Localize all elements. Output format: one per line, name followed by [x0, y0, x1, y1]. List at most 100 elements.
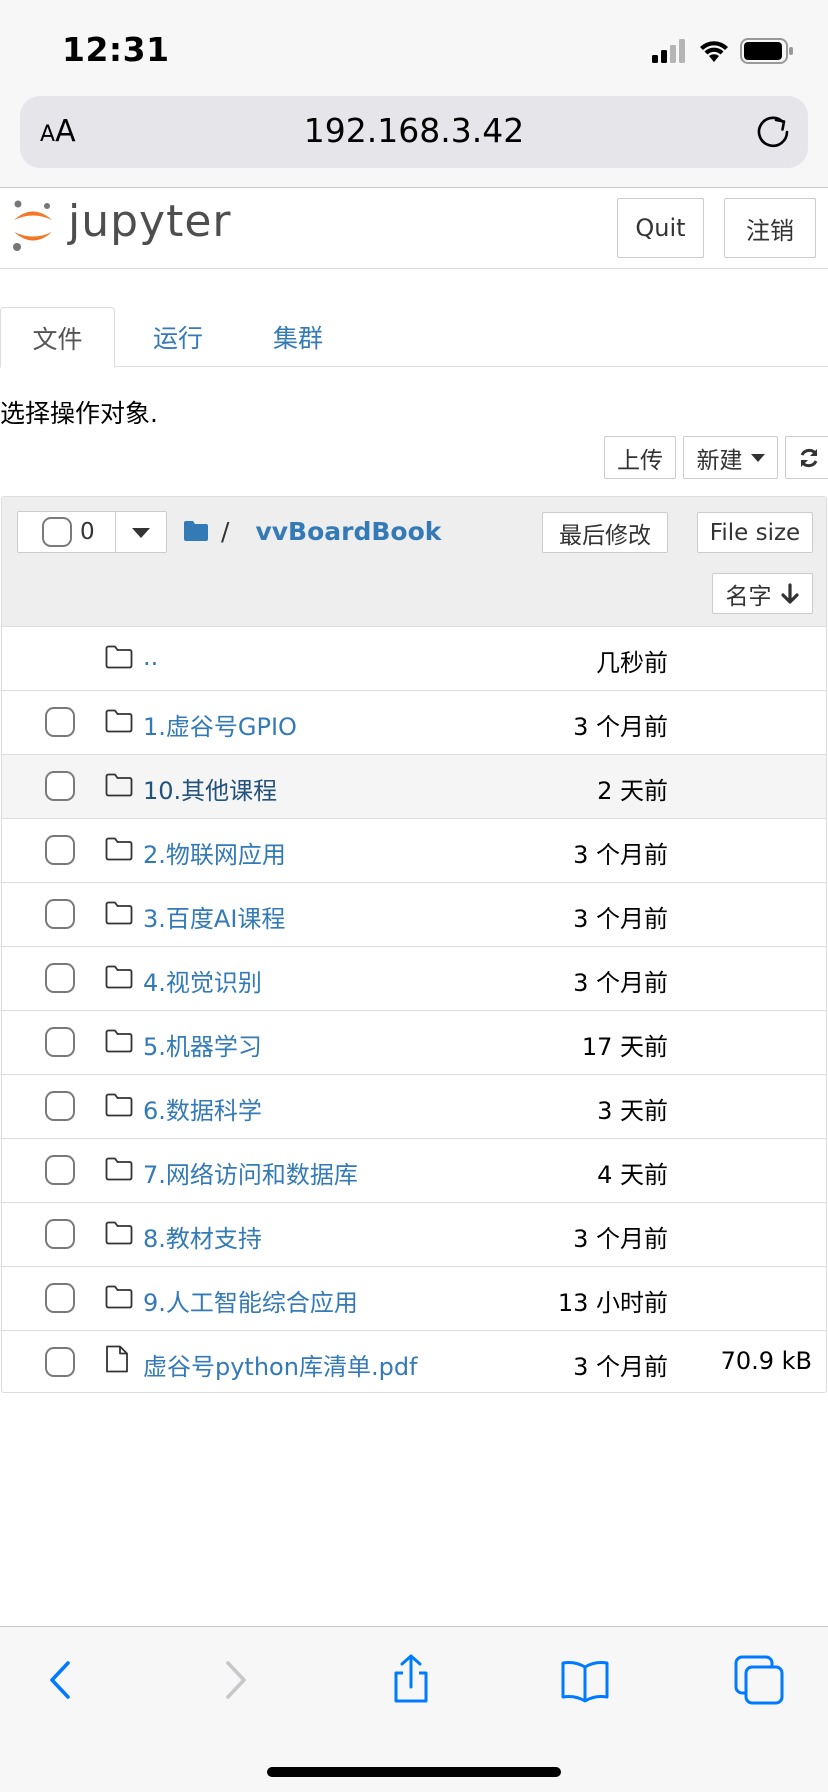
item-modified: 4 天前 [597, 1161, 668, 1189]
item-checkbox[interactable] [45, 1091, 75, 1121]
select-all-checkbox[interactable] [42, 517, 72, 547]
folder-outline-icon [105, 1285, 133, 1309]
select-all-toggle[interactable]: 0 [18, 512, 116, 552]
upload-button[interactable]: 上传 [604, 436, 676, 479]
list-item-parent[interactable]: .. 几秒前 [2, 627, 826, 691]
bookmarks-icon[interactable] [558, 1653, 612, 1707]
sort-name-label: 名字 [725, 583, 772, 610]
reload-icon[interactable] [754, 113, 792, 151]
item-checkbox[interactable] [45, 1155, 75, 1185]
refresh-button[interactable] [785, 436, 828, 479]
address-bar[interactable]: A A 192.168.3.42 [20, 96, 808, 168]
tabs-icon[interactable] [732, 1653, 786, 1707]
item-name[interactable]: 3.百度AI课程 [143, 899, 285, 934]
forward-icon[interactable] [208, 1653, 262, 1707]
file-list-header: 0 / vvBoardBook 最后修改 File size 名字 [2, 497, 826, 627]
folder-outline-icon [105, 965, 133, 989]
jupyter-logo-icon[interactable] [10, 199, 56, 253]
share-icon[interactable] [384, 1653, 438, 1707]
list-item[interactable]: 7.网络访问和数据库 4 天前 [2, 1139, 826, 1203]
item-name[interactable]: 虚谷号python库清单.pdf [143, 1347, 418, 1382]
new-dropdown-button[interactable]: 新建 [683, 436, 778, 479]
item-checkbox[interactable] [45, 707, 75, 737]
refresh-icon [800, 448, 818, 467]
list-item[interactable]: 5.机器学习 17 天前 [2, 1011, 826, 1075]
item-checkbox[interactable] [45, 963, 75, 993]
item-checkbox[interactable] [45, 1219, 75, 1249]
list-item[interactable]: 虚谷号python库清单.pdf 3 个月前 70.9 kB [2, 1331, 826, 1395]
item-checkbox[interactable] [45, 771, 75, 801]
back-icon[interactable] [34, 1653, 88, 1707]
status-icons [652, 36, 794, 66]
item-name[interactable]: 5.机器学习 [143, 1027, 262, 1062]
list-item[interactable]: 2.物联网应用 3 个月前 [2, 819, 826, 883]
sort-name-button[interactable]: 名字 [712, 573, 813, 614]
select-menu-caret-icon[interactable] [132, 528, 150, 538]
browser-address-area: A A 192.168.3.42 [0, 96, 828, 188]
new-label: 新建 [696, 447, 743, 474]
item-name[interactable]: .. [143, 643, 158, 671]
item-name[interactable]: 4.视觉识别 [143, 963, 262, 998]
tab-bar: 文件 运行 集群 [0, 307, 828, 368]
url-text[interactable]: 192.168.3.42 [20, 111, 808, 150]
item-modified: 3 天前 [597, 1097, 668, 1125]
tab-running[interactable]: 运行 [133, 307, 223, 367]
select-hint: 选择操作对象. [0, 399, 158, 428]
logout-button[interactable]: 注销 [724, 198, 816, 258]
folder-outline-icon [105, 901, 133, 925]
folder-outline-icon [105, 837, 133, 861]
item-name[interactable]: 9.人工智能综合应用 [143, 1283, 358, 1318]
tab-files[interactable]: 文件 [0, 307, 115, 368]
battery-icon [740, 38, 793, 64]
item-name[interactable]: 10.其他课程 [143, 771, 277, 806]
item-name[interactable]: 1.虚谷号GPIO [143, 707, 297, 742]
cellular-signal-icon [652, 39, 685, 63]
sort-modified-button[interactable]: 最后修改 [542, 512, 668, 553]
breadcrumb: / vvBoardBook [183, 513, 441, 549]
item-modified: 2 天前 [597, 777, 668, 805]
folder-outline-icon [105, 1221, 133, 1245]
item-checkbox[interactable] [45, 835, 75, 865]
wifi-icon [700, 41, 728, 62]
list-item[interactable]: 3.百度AI课程 3 个月前 [2, 883, 826, 947]
list-item[interactable]: 10.其他课程 2 天前 [2, 755, 826, 819]
folder-icon[interactable] [183, 520, 209, 542]
list-item[interactable]: 1.虚谷号GPIO 3 个月前 [2, 691, 826, 755]
file-outline-icon [106, 1345, 128, 1373]
item-name[interactable]: 7.网络访问和数据库 [143, 1155, 358, 1190]
folder-outline-icon [105, 1029, 133, 1053]
jupyter-logo-text[interactable]: jupyter [68, 196, 232, 247]
home-indicator [267, 1767, 561, 1777]
breadcrumb-root[interactable]: / [221, 517, 229, 546]
item-modified: 几秒前 [596, 649, 668, 677]
jupyter-header: jupyter Quit 注销 [0, 189, 828, 269]
list-item[interactable]: 6.数据科学 3 天前 [2, 1075, 826, 1139]
item-name[interactable]: 2.物联网应用 [143, 835, 286, 870]
item-checkbox[interactable] [45, 899, 75, 929]
selected-count: 0 [80, 519, 95, 545]
folder-outline-icon [105, 773, 133, 797]
item-checkbox[interactable] [45, 1283, 75, 1313]
item-modified: 3 个月前 [573, 969, 668, 997]
item-name[interactable]: 6.数据科学 [143, 1091, 262, 1126]
list-item[interactable]: 8.教材支持 3 个月前 [2, 1203, 826, 1267]
item-checkbox[interactable] [45, 1027, 75, 1057]
item-size: 70.9 kB [720, 1347, 812, 1375]
folder-outline-icon [105, 645, 133, 669]
item-name[interactable]: 8.教材支持 [143, 1219, 262, 1254]
sort-size-button[interactable]: File size [697, 512, 813, 553]
quit-button[interactable]: Quit [617, 198, 704, 258]
list-item[interactable]: 4.视觉识别 3 个月前 [2, 947, 826, 1011]
item-modified: 17 天前 [581, 1033, 668, 1061]
item-modified: 3 个月前 [573, 1353, 668, 1381]
browser-bottom-toolbar [0, 1626, 828, 1792]
item-checkbox[interactable] [45, 1347, 75, 1377]
file-list-panel: 0 / vvBoardBook 最后修改 File size 名字 .. 几秒前… [1, 496, 827, 1393]
status-bar: 12:31 [0, 0, 828, 96]
folder-outline-icon [105, 709, 133, 733]
list-item[interactable]: 9.人工智能综合应用 13 小时前 [2, 1267, 826, 1331]
folder-outline-icon [105, 1093, 133, 1117]
tab-clusters[interactable]: 集群 [253, 307, 343, 367]
folder-outline-icon [105, 1157, 133, 1181]
breadcrumb-current[interactable]: vvBoardBook [255, 517, 441, 546]
